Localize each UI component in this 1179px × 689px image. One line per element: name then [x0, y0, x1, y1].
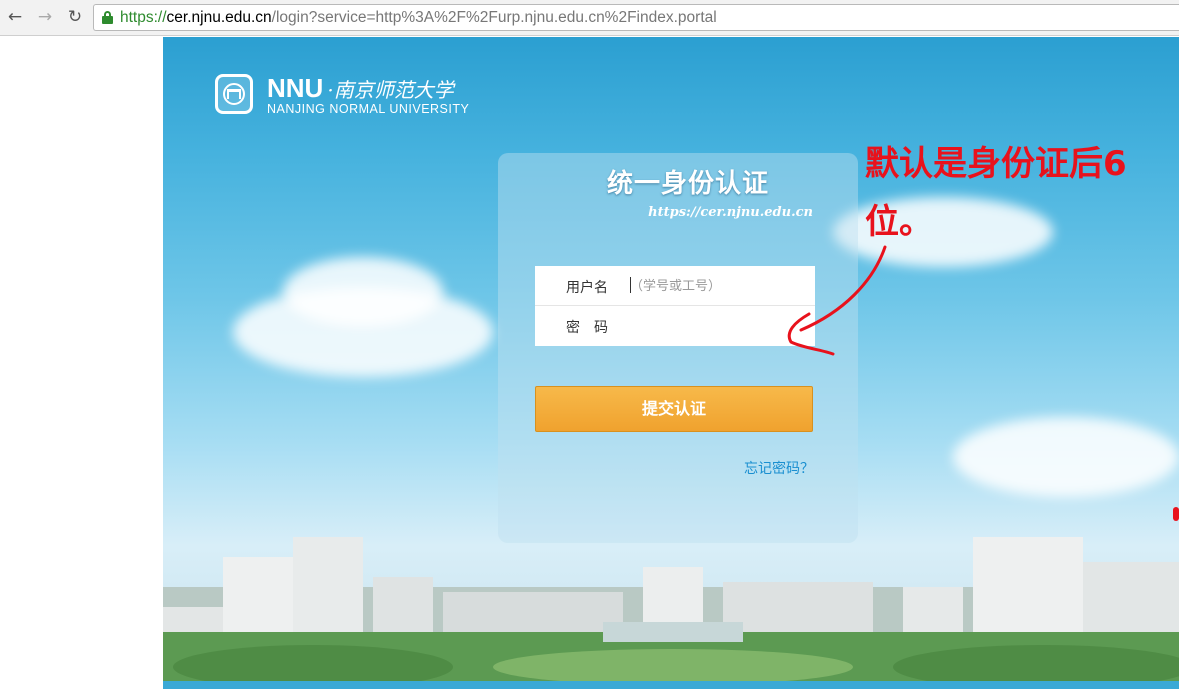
logo-chinese-name: ·南京师范大学 [327, 78, 454, 102]
address-url: https://cer.njnu.edu.cn/login?service=ht… [120, 5, 717, 30]
reload-icon[interactable]: ↻ [64, 6, 86, 28]
logo-abbr: NNU [267, 73, 324, 103]
url-path: /login?service=http%3A%2F%2Furp.njnu.edu… [271, 9, 717, 26]
annotation-arrow-icon [787, 245, 887, 356]
login-page: NNU ·南京师范大学 NANJING NORMAL UNIVERSITY 统一身… [163, 37, 1179, 689]
cloud-decoration [283, 257, 443, 327]
cloud-decoration [953, 417, 1179, 497]
university-seal-icon [215, 74, 253, 114]
url-scheme: https:// [120, 9, 167, 26]
url-host: cer.njnu.edu.cn [166, 9, 272, 26]
username-label: 用户名 [566, 280, 608, 296]
address-bar[interactable]: https://cer.njnu.edu.cn/login?service=ht… [93, 4, 1179, 31]
nnu-logo: NNU ·南京师范大学 NANJING NORMAL UNIVERSITY [215, 74, 515, 119]
campus-panorama-image [163, 537, 1179, 689]
login-site-url: https://cer.njnu.edu.cn [648, 205, 813, 220]
login-title: 统一身份认证 [606, 169, 769, 199]
lock-icon [102, 11, 113, 24]
logo-english-name: NANJING NORMAL UNIVERSITY [267, 102, 470, 116]
back-arrow-icon[interactable]: ← [4, 6, 26, 28]
submit-auth-button[interactable]: 提交认证 [535, 386, 813, 432]
forward-arrow-icon[interactable]: → [34, 6, 56, 28]
footer-bar [163, 681, 1179, 689]
red-mark [1173, 507, 1179, 521]
annotation-text: 默认是身份证后6位。 [865, 144, 1127, 242]
browser-toolbar: ← → ↻ https://cer.njnu.edu.cn/login?serv… [0, 0, 1179, 36]
password-label: 密 码 [566, 320, 608, 336]
forgot-password-link[interactable]: 忘记密码？ [744, 458, 814, 478]
logo-title: NNU ·南京师范大学 [267, 74, 454, 104]
